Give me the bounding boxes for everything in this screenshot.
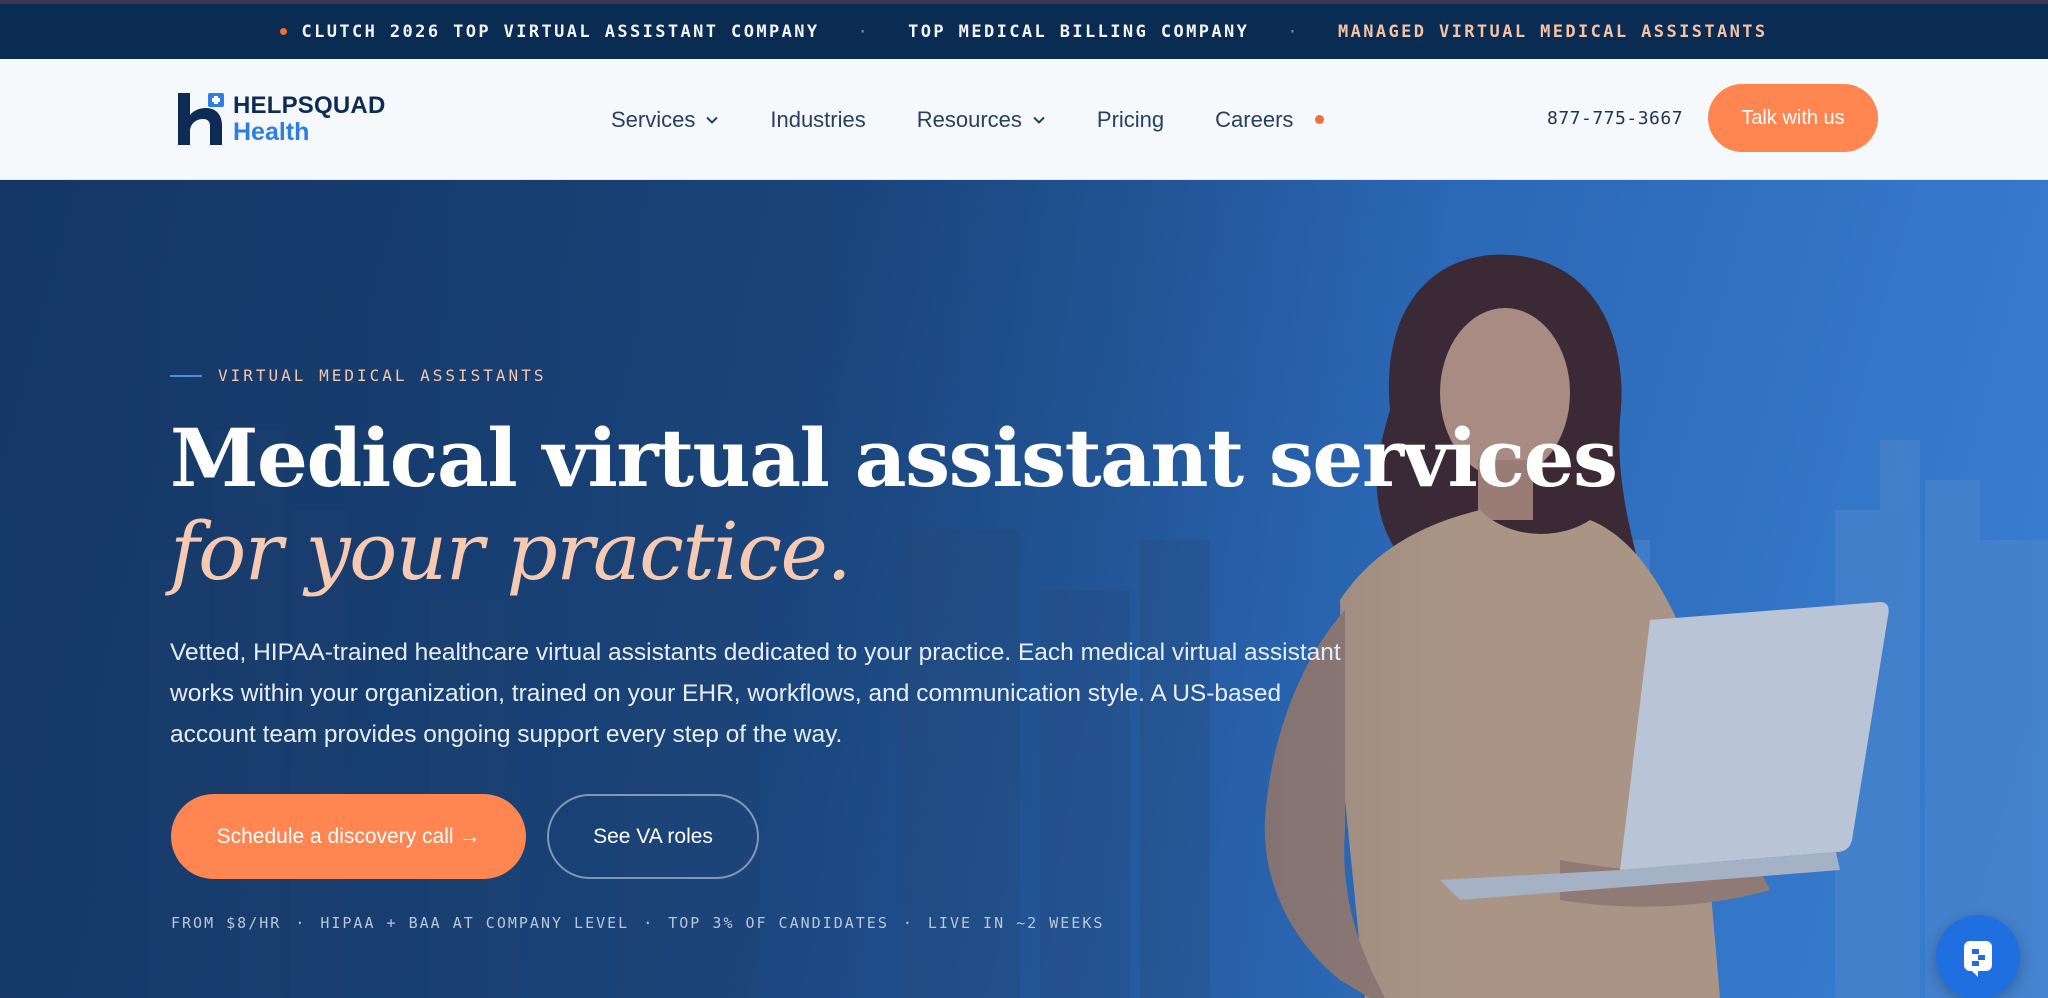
- trust-item: LIVE IN ~2 WEEKS: [927, 914, 1105, 932]
- logo[interactable]: HELPSQUAD Health: [178, 93, 408, 149]
- logo-line1: HELPSQUAD: [233, 92, 386, 119]
- nav-item-label: Careers: [1215, 106, 1294, 132]
- nav-item-careers[interactable]: Careers: [1215, 106, 1325, 133]
- nav-item-label: Services: [611, 106, 696, 132]
- see-va-roles-button[interactable]: See VA roles: [547, 794, 759, 879]
- announcement-dot: [280, 28, 288, 35]
- careers-badge-dot: [1315, 115, 1325, 124]
- trust-item: TOP 3% OF CANDIDATES: [668, 914, 889, 932]
- logo-line2: Health: [233, 118, 310, 146]
- trust-item: HIPAA + BAA AT COMPANY LEVEL: [320, 914, 630, 932]
- chat-launcher-button[interactable]: [1936, 915, 2020, 998]
- logo-mark-icon: [178, 93, 224, 145]
- nav-item-industries[interactable]: Industries: [770, 107, 865, 133]
- trust-strip: FROM $8/HR · HIPAA + BAA AT COMPANY LEVEL ·…: [171, 914, 1104, 932]
- nav-item-resources[interactable]: Resources: [917, 107, 1046, 133]
- main-nav: Services Industries Resources Pricing Ca…: [611, 59, 1325, 180]
- talk-with-us-button[interactable]: Talk with us: [1708, 84, 1878, 152]
- trust-item: FROM $8/HR: [171, 914, 282, 932]
- nav-item-services[interactable]: Services: [611, 107, 719, 133]
- eyebrow-label: VIRTUAL MEDICAL ASSISTANTS: [218, 366, 547, 385]
- trust-separator: ·: [643, 914, 655, 932]
- nav-item-pricing[interactable]: Pricing: [1097, 107, 1164, 133]
- site-header: HELPSQUAD Health Services Industries Res…: [0, 59, 2048, 180]
- announcement-separator: ·: [1287, 21, 1300, 42]
- hero-title-italic: for your practice.: [170, 505, 852, 598]
- announcement-bar: CLUTCH 2026 TOP VIRTUAL ASSISTANT COMPAN…: [0, 0, 2048, 59]
- eyebrow-rule: [170, 374, 202, 377]
- hero-description: Vetted, HIPAA-trained healthcare virtual…: [170, 639, 1341, 748]
- hero-eyebrow: VIRTUAL MEDICAL ASSISTANTS: [170, 366, 546, 385]
- announcement-item-clutch: CLUTCH 2026 TOP VIRTUAL ASSISTANT COMPAN…: [301, 21, 820, 42]
- announcement-separator: ·: [857, 21, 871, 42]
- phone-link[interactable]: 877-775-3667: [1547, 107, 1683, 131]
- schedule-discovery-call-button[interactable]: Schedule a discovery call →: [171, 794, 526, 879]
- trust-separator: ·: [902, 914, 914, 932]
- chevron-down-icon: [706, 116, 719, 124]
- hero-section: VIRTUAL MEDICAL ASSISTANTS Medical virtu…: [0, 180, 2048, 998]
- trust-separator: ·: [295, 914, 307, 932]
- nav-item-label: Industries: [770, 106, 866, 132]
- announcement-item-billing: TOP MEDICAL BILLING COMPANY: [908, 21, 1250, 42]
- nav-item-label: Pricing: [1096, 106, 1165, 132]
- announcement-item-managed: MANAGED VIRTUAL MEDICAL ASSISTANTS: [1337, 21, 1768, 42]
- hero-title: Medical virtual assistant services: [170, 411, 1618, 505]
- nav-item-label: Resources: [916, 106, 1022, 132]
- chat-icon: [1964, 941, 1992, 977]
- chevron-down-icon: [1033, 116, 1045, 124]
